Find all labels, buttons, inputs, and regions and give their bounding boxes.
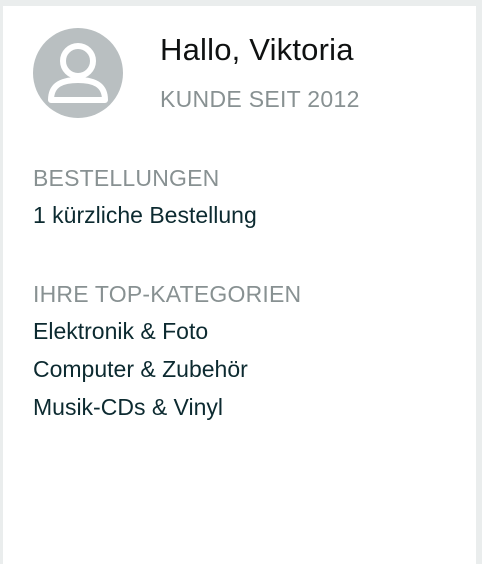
user-avatar-icon xyxy=(48,43,108,103)
category-link-music[interactable]: Musik-CDs & Vinyl xyxy=(33,392,223,422)
avatar[interactable] xyxy=(33,28,123,118)
category-link-electronics[interactable]: Elektronik & Foto xyxy=(33,316,208,346)
greeting-title: Hallo, Viktoria xyxy=(160,32,354,67)
customer-profile-card: Hallo, Viktoria KUNDE SEIT 2012 BESTELLU… xyxy=(3,6,476,564)
recent-orders-link[interactable]: 1 kürzliche Bestellung xyxy=(33,200,257,230)
top-categories-section-label: IHRE TOP-KATEGORIEN xyxy=(33,281,302,307)
customer-since-label: KUNDE SEIT 2012 xyxy=(160,86,360,112)
orders-section-label: BESTELLUNGEN xyxy=(33,165,220,191)
category-link-computers[interactable]: Computer & Zubehör xyxy=(33,354,248,384)
